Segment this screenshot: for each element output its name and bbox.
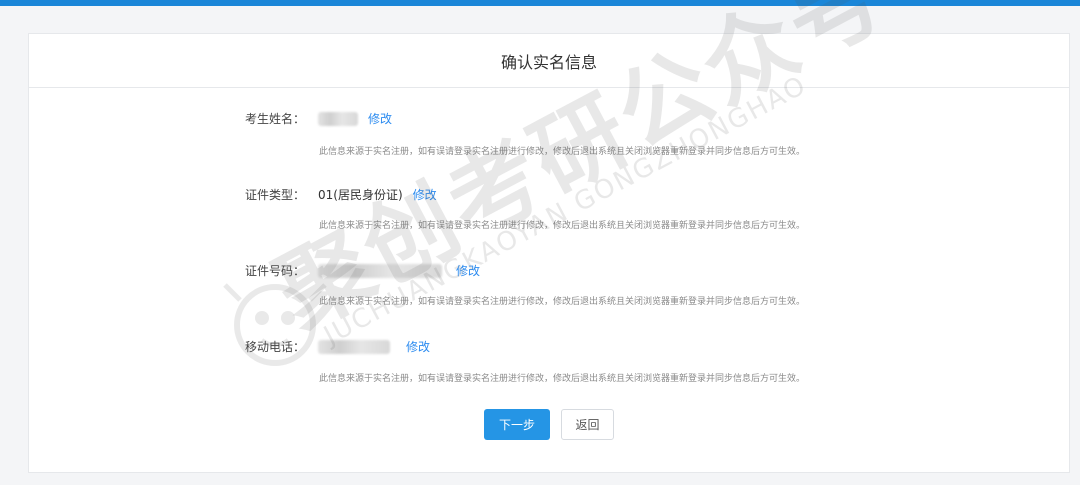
field-note: 此信息来源于实名注册，如有误请登录实名注册进行修改，修改后退出系统且关闭浏览器重…: [319, 297, 806, 307]
field-value-phone: 修改: [318, 337, 430, 357]
field-note: 此信息来源于实名注册，如有误请登录实名注册进行修改，修改后退出系统且关闭浏览器重…: [319, 374, 806, 384]
page-title: 确认实名信息: [29, 34, 1069, 88]
masked-value: [318, 340, 390, 354]
masked-value: [318, 112, 358, 126]
top-accent-bar: [0, 0, 1080, 6]
edit-id-type-link[interactable]: 修改: [413, 185, 437, 205]
confirm-info-card: 确认实名信息 考生姓名： 修改 此信息来源于实名注册，如有误请登录实名注册进行修…: [28, 33, 1070, 473]
field-value-id-number: 修改: [318, 261, 480, 281]
masked-value: [318, 264, 442, 278]
field-label-id-number: 证件号码：: [244, 264, 305, 278]
field-note: 此信息来源于实名注册，如有误请登录实名注册进行修改，修改后退出系统且关闭浏览器重…: [319, 221, 806, 231]
edit-name-link[interactable]: 修改: [368, 109, 392, 129]
back-button[interactable]: 返回: [561, 409, 614, 440]
next-step-button[interactable]: 下一步: [484, 409, 550, 440]
edit-id-number-link[interactable]: 修改: [456, 261, 480, 281]
field-value-name: 修改: [318, 109, 392, 129]
field-label-phone: 移动电话：: [244, 340, 305, 354]
id-type-value: 01(居民身份证): [318, 188, 403, 202]
field-note: 此信息来源于实名注册，如有误请登录实名注册进行修改，修改后退出系统且关闭浏览器重…: [319, 147, 806, 157]
field-label-name: 考生姓名：: [244, 112, 305, 126]
field-value-id-type: 01(居民身份证) 修改: [318, 185, 437, 205]
edit-phone-link[interactable]: 修改: [406, 337, 430, 357]
field-label-id-type: 证件类型：: [244, 188, 305, 202]
